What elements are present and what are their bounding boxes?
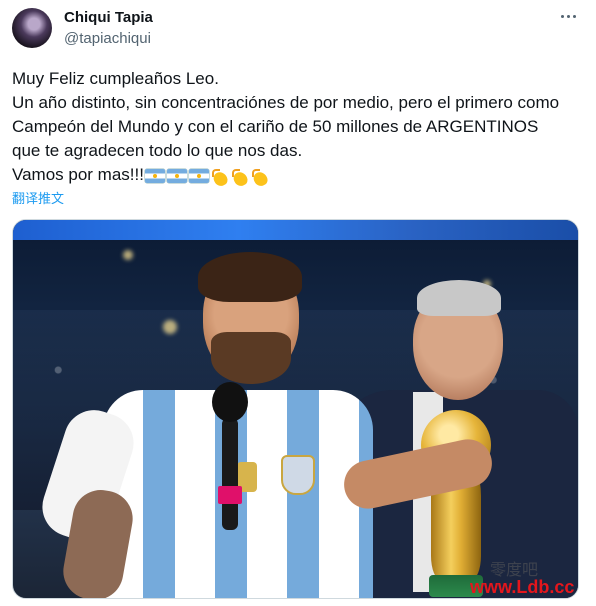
tweet-line-last: Vamos por mas!!! [12,163,587,187]
more-options-icon[interactable] [556,6,580,26]
argentina-flag-icon [188,169,209,183]
argentina-flag-icon [144,169,165,183]
tweet-card: Chiqui Tapia @tapiachiqui Muy Feliz cump… [0,0,596,606]
watermark: www.Ldb.cc [470,577,575,597]
clapping-hands-icon [211,169,229,187]
player-beard [211,332,291,384]
player-hair [198,252,302,302]
tweet-line: Un año distinto, sin concentraciónes de … [12,93,560,112]
translate-tweet-link[interactable]: 翻译推文 [12,188,64,207]
author-handle[interactable]: @tapiachiqui [64,30,151,47]
argentina-flag-icon [166,169,187,183]
tweet-photo[interactable] [12,219,579,599]
stadium-banner [13,220,578,240]
tweet-line: Campeón del Mundo y con el cariño de 50 … [12,117,539,136]
player-with-microphone [34,240,497,598]
avatar[interactable] [12,8,52,48]
tweet-line: Muy Feliz cumpleaños Leo. [12,69,219,88]
clapping-hands-icon [251,169,269,187]
author-name[interactable]: Chiqui Tapia [64,9,153,26]
clapping-hands-icon [231,169,249,187]
afa-crest [281,455,315,495]
man-hair [417,280,501,316]
emoji-row [144,169,269,187]
tweet-line: Vamos por mas!!! [12,165,144,184]
tweet-line: que te agradecen todo lo que nos das. [12,141,303,160]
microphone [210,382,250,532]
tweet-text: Muy Feliz cumpleaños Leo. Un año distint… [12,67,587,187]
world-cup-trophy [421,410,491,598]
